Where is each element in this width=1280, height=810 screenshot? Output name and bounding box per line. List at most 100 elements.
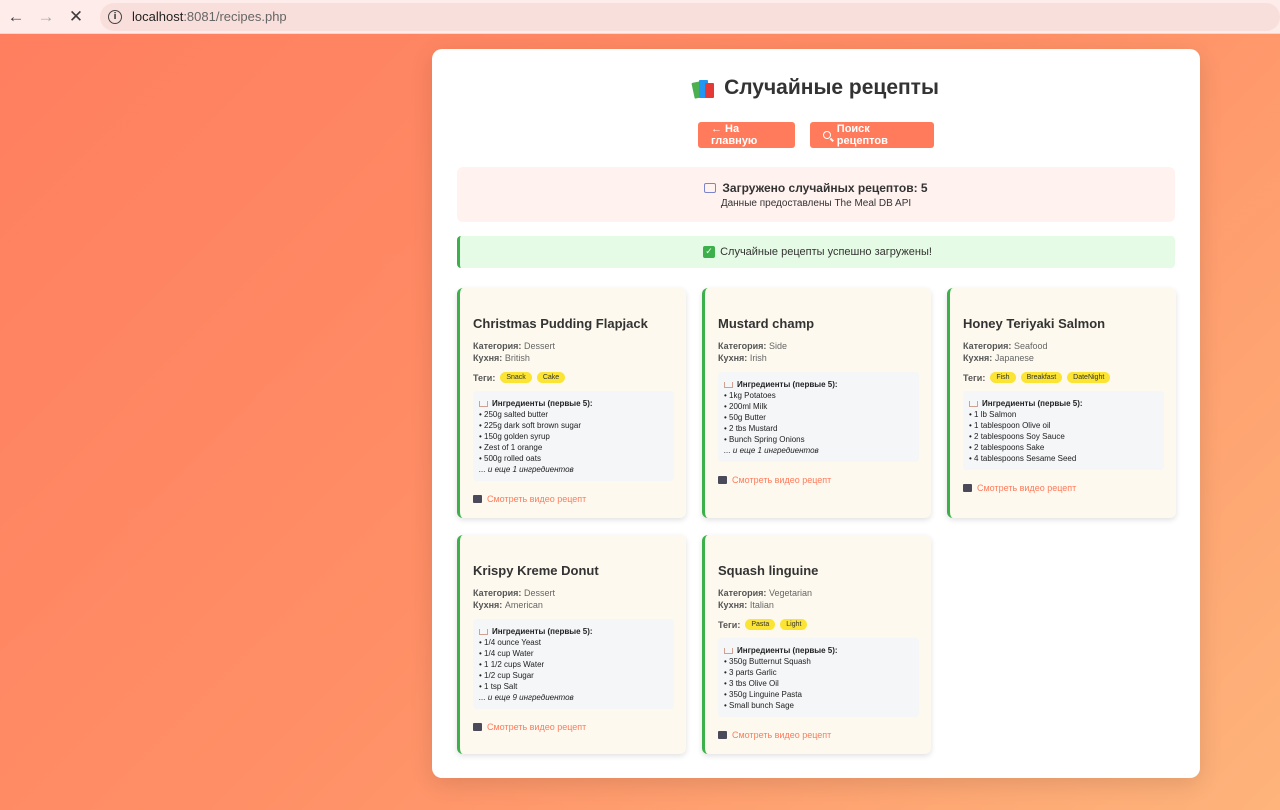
recipe-category: Категория: Dessert bbox=[473, 588, 555, 598]
category-label: Категория: bbox=[963, 341, 1012, 351]
tag-badge: Cake bbox=[536, 372, 566, 383]
ingredient-item: 2 tbs Mustard bbox=[724, 423, 913, 434]
recipe-card: Honey Teriyaki Salmon Категория: Seafood К… bbox=[947, 288, 1176, 518]
tag-badge: DateNight bbox=[1067, 372, 1111, 383]
clapperboard-icon bbox=[473, 495, 482, 503]
recipe-title: Honey Teriyaki Salmon bbox=[963, 316, 1106, 331]
ingredient-item: 2 tablespoons Soy Sauce bbox=[969, 431, 1158, 442]
ingredient-item: 3 tbs Olive Oil bbox=[724, 678, 913, 689]
video-link-text[interactable]: Смотреть видео рецепт bbox=[977, 483, 1076, 493]
stop-loading-icon[interactable]: ✕ bbox=[62, 3, 90, 31]
ingredient-item: 1kg Potatoes bbox=[724, 390, 913, 401]
forward-arrow-icon[interactable]: → bbox=[32, 3, 60, 31]
more-ingredients-note: ... и еще 1 ингредиентов bbox=[479, 465, 574, 474]
recipe-title: Christmas Pudding Flapjack bbox=[473, 316, 648, 331]
recipe-tags: Теги: Fish Breakfast DateNight bbox=[963, 372, 1164, 383]
ingredient-item: Zest of 1 orange bbox=[479, 442, 668, 453]
video-recipe-link[interactable]: Смотреть видео рецепт bbox=[473, 722, 674, 732]
video-recipe-link[interactable]: Смотреть видео рецепт bbox=[963, 483, 1164, 493]
video-recipe-link[interactable]: Смотреть видео рецепт bbox=[473, 494, 674, 504]
url-host: localhost bbox=[132, 9, 184, 24]
ingredient-item: 1 lb Salmon bbox=[969, 409, 1158, 420]
books-icon bbox=[691, 78, 715, 99]
url-path: :8081/recipes.php bbox=[183, 9, 287, 24]
clapperboard-icon bbox=[718, 476, 727, 484]
category-label: Категория: bbox=[718, 588, 767, 598]
recipe-category: Категория: Side bbox=[718, 341, 787, 351]
ingredient-item: 500g rolled oats bbox=[479, 453, 668, 464]
recipe-tags: Теги: Pasta Light bbox=[718, 619, 919, 630]
cuisine-label: Кухня: bbox=[718, 353, 748, 363]
ingredient-item: 1 tablespoon Olive oil bbox=[969, 420, 1158, 431]
clapperboard-icon bbox=[473, 723, 482, 731]
plate-icon bbox=[704, 183, 717, 193]
recipe-cuisine: Кухня: Irish bbox=[718, 353, 767, 363]
recipe-title: Mustard champ bbox=[718, 316, 815, 331]
ingredients-box: Ингредиенты (первые 5):250g salted butte… bbox=[473, 391, 674, 481]
recipe-category: Категория: Dessert bbox=[473, 341, 555, 351]
more-ingredients-note: ... и еще 9 ингредиентов bbox=[479, 693, 574, 702]
loaded-count-text: Загружено случайных рецептов: 5 bbox=[722, 181, 928, 195]
ingredients-heading: Ингредиенты (первые 5): bbox=[724, 379, 913, 390]
ingredients-heading-text: Ингредиенты (первые 5): bbox=[492, 399, 593, 408]
ingredient-item: 50g Butter bbox=[724, 412, 913, 423]
cart-icon bbox=[479, 400, 488, 407]
clapperboard-icon bbox=[963, 484, 972, 492]
url-text: localhost:8081/recipes.php bbox=[132, 9, 287, 24]
ingredient-item: 150g golden syrup bbox=[479, 431, 668, 442]
ingredient-item: 3 parts Garlic bbox=[724, 667, 913, 678]
tag-badge: Snack bbox=[500, 372, 532, 383]
ingredient-item: 250g salted butter bbox=[479, 409, 668, 420]
page-title: Случайные рецепты bbox=[432, 76, 1200, 100]
ingredients-heading: Ингредиенты (первые 5): bbox=[969, 398, 1158, 409]
ingredients-heading-text: Ингредиенты (первые 5): bbox=[737, 380, 838, 389]
video-link-text[interactable]: Смотреть видео рецепт bbox=[487, 494, 586, 504]
cart-icon bbox=[724, 381, 733, 388]
video-recipe-link[interactable]: Смотреть видео рецепт bbox=[718, 730, 919, 740]
ingredients-box: Ингредиенты (первые 5):1 lb Salmon1 tabl… bbox=[963, 391, 1164, 470]
success-message: Случайные рецепты успешно загружены! bbox=[720, 246, 932, 258]
category-label: Категория: bbox=[473, 588, 522, 598]
recipe-card: Squash linguine Категория: Vegetarian Кухн… bbox=[702, 535, 931, 754]
ingredient-item: 2 tablespoons Sake bbox=[969, 442, 1158, 453]
cuisine-label: Кухня: bbox=[718, 600, 748, 610]
ingredients-heading-text: Ингредиенты (первые 5): bbox=[737, 646, 838, 655]
search-recipes-label: Поиск рецептов bbox=[836, 123, 888, 147]
ingredients-heading-text: Ингредиенты (первые 5): bbox=[982, 399, 1083, 408]
search-recipes-button[interactable]: Поиск рецептов bbox=[810, 122, 934, 148]
recipe-cuisine: Кухня: Japanese bbox=[963, 353, 1034, 363]
cart-icon bbox=[479, 628, 488, 635]
ingredients-heading-text: Ингредиенты (первые 5): bbox=[492, 627, 593, 636]
ingredient-item: Small bunch Sage bbox=[724, 700, 913, 711]
ingredients-box: Ингредиенты (первые 5):1kg Potatoes200ml… bbox=[718, 372, 919, 462]
recipe-title: Krispy Kreme Donut bbox=[473, 563, 599, 578]
tag-badge: Light bbox=[780, 619, 808, 630]
address-bar[interactable]: i localhost:8081/recipes.php bbox=[100, 2, 1280, 31]
home-button[interactable]: ← На главную bbox=[698, 122, 795, 148]
tags-label: Теги: bbox=[473, 372, 496, 383]
action-buttons: ← На главную Поиск рецептов bbox=[432, 122, 1200, 148]
tag-badge: Breakfast bbox=[1020, 372, 1063, 383]
recipe-title: Squash linguine bbox=[718, 563, 819, 578]
tag-badge: Pasta bbox=[745, 619, 776, 630]
video-link-text[interactable]: Смотреть видео рецепт bbox=[487, 722, 586, 732]
back-arrow-icon[interactable]: ← bbox=[2, 3, 30, 31]
recipe-tags: Теги: Snack Cake bbox=[473, 372, 674, 383]
check-icon: ✓ bbox=[703, 246, 716, 258]
ingredient-item: 1 tsp Salt bbox=[479, 681, 668, 692]
ingredients-box: Ингредиенты (первые 5):350g Butternut Sq… bbox=[718, 638, 919, 717]
video-recipe-link[interactable]: Смотреть видео рецепт bbox=[718, 475, 919, 485]
recipe-category: Категория: Seafood bbox=[963, 341, 1048, 351]
site-info-icon[interactable]: i bbox=[108, 9, 122, 24]
success-alert: ✓ Случайные рецепты успешно загружены! bbox=[457, 236, 1175, 268]
info-panel: Загружено случайных рецептов: 5 Данные п… bbox=[457, 167, 1175, 222]
clapperboard-icon bbox=[718, 731, 727, 739]
ingredients-heading: Ингредиенты (первые 5): bbox=[479, 626, 668, 637]
more-ingredients-note: ... и еще 1 ингредиентов bbox=[724, 446, 819, 455]
video-link-text[interactable]: Смотреть видео рецепт bbox=[732, 475, 831, 485]
video-link-text[interactable]: Смотреть видео рецепт bbox=[732, 730, 831, 740]
ingredient-item: 1/4 ounce Yeast bbox=[479, 637, 668, 648]
page-title-text: Случайные рецепты bbox=[724, 76, 939, 99]
main-container: Случайные рецепты ← На главную Поиск рец… bbox=[432, 49, 1200, 778]
recipe-cuisine: Кухня: Italian bbox=[718, 600, 774, 610]
